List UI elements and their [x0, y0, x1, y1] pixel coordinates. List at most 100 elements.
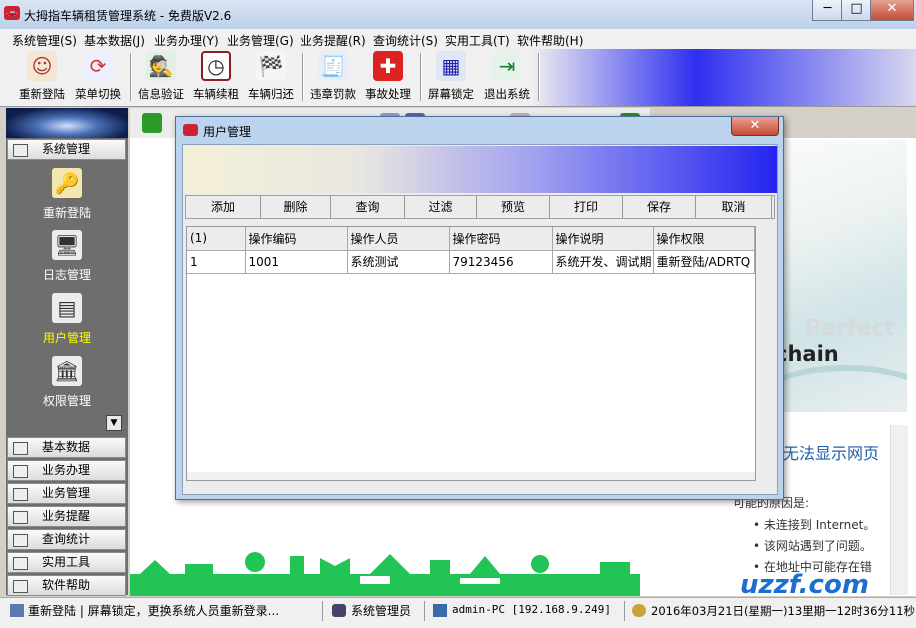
key-icon: 🔑 — [52, 168, 82, 198]
users-icon: ☺ — [27, 51, 57, 81]
add-button[interactable]: 添加 — [186, 196, 261, 218]
webpage-scrollbar[interactable] — [890, 425, 908, 595]
toolbar-fine-button[interactable]: 🧾 违章罚款 — [305, 51, 361, 103]
maximize-button[interactable]: □ — [841, 0, 872, 21]
toolbar-verify-button[interactable]: 🕵 信息验证 — [133, 51, 189, 103]
menu-help[interactable]: 软件帮助(H) — [517, 32, 583, 49]
column-header[interactable]: 操作密码 — [449, 227, 553, 251]
menu-business-manage[interactable]: 业务管理(G) — [227, 32, 294, 49]
column-header[interactable]: 操作权限 — [653, 227, 755, 251]
toolbar-return-button[interactable]: 🏁 车辆归还 — [243, 51, 299, 103]
monitor-icon — [10, 604, 24, 617]
reason-item: • 该网站遇到了问题。 — [753, 539, 872, 553]
menu-tools[interactable]: 实用工具(T) — [445, 32, 510, 49]
menu-business-remind[interactable]: 业务提醒(R) — [300, 32, 366, 49]
nav-header-system[interactable]: 系统管理 — [7, 139, 126, 160]
nav-header-query-stats[interactable]: 查询统计 — [7, 529, 126, 550]
table-row[interactable]: 1 1001 系统测试 79123456 系统开发、调试期 重新登陆/ADRTQ — [187, 250, 755, 274]
detective-icon: 🕵 — [146, 51, 176, 81]
city-decoration — [130, 546, 640, 596]
chevron-down-icon[interactable]: ▼ — [106, 415, 122, 431]
toolbar-lock-button[interactable]: ▦ 屏幕锁定 — [423, 51, 479, 103]
column-header[interactable]: 操作人员 — [347, 227, 450, 251]
column-header[interactable]: (1) — [187, 227, 246, 251]
table-cell[interactable]: 系统开发、调试期 — [552, 250, 654, 274]
user-table: (1) 操作编码 操作人员 操作密码 操作说明 操作权限 1 1001 系统测试… — [186, 226, 756, 481]
toolbar-accident-button[interactable]: ✚ 事故处理 — [360, 51, 416, 103]
cancel-button[interactable]: 取消 — [696, 196, 772, 218]
table-cell[interactable]: 系统测试 — [347, 250, 450, 274]
nav-item-user-manage[interactable]: ▤ 用户管理 — [6, 289, 128, 349]
first-aid-icon: ✚ — [373, 51, 403, 81]
list-icon — [13, 465, 28, 478]
nav-header-tools[interactable]: 实用工具 — [7, 552, 126, 573]
query-button[interactable]: 查询 — [331, 196, 405, 218]
close-button[interactable]: ✕ — [870, 0, 914, 21]
lock-screen-icon: ▦ — [436, 51, 466, 81]
dialog-toolbar: 添加 删除 查询 过滤 预览 打印 保存 取消 — [185, 195, 775, 219]
watermark-logo: uzzf.com — [740, 570, 869, 600]
nav-header-business-remind[interactable]: 业务提醒 — [7, 506, 126, 527]
status-bar: 重新登陆 | 屏幕锁定，更换系统人员重新登录... 系统管理员 admin-PC… — [0, 597, 916, 628]
table-cell[interactable]: 1001 — [245, 250, 348, 274]
racecar-icon: 🏁 — [256, 51, 286, 81]
user-manage-dialog: 用户管理 ✕ 添加 删除 查询 过滤 预览 打印 保存 取消 (1) 操作编码 … — [175, 116, 784, 500]
dialog-client-area: 添加 删除 查询 过滤 预览 打印 保存 取消 (1) 操作编码 操作人员 操作… — [182, 144, 778, 495]
window-title-bar: 🚗 大拇指车辆租赁管理系统 - 免费版V2.6 ─ □ ✕ — [0, 0, 916, 30]
list-icon — [13, 557, 28, 570]
column-header[interactable]: 操作说明 — [552, 227, 654, 251]
minimize-button[interactable]: ─ — [812, 0, 843, 21]
book-icon — [13, 144, 28, 157]
toolbar-menu-switch-button[interactable]: ⟳ 菜单切换 — [70, 51, 126, 103]
nav-item-permission-manage[interactable]: 🏛 权限管理 — [6, 352, 128, 412]
clock-icon: ◷ — [201, 51, 231, 81]
toolbar-exit-button[interactable]: ⇥ 退出系统 — [479, 51, 535, 103]
nav-header-business-manage[interactable]: 业务管理 — [7, 483, 126, 504]
left-banner — [6, 108, 128, 138]
computer-icon — [433, 604, 447, 617]
status-message: 重新登陆 | 屏幕锁定，更换系统人员重新登录... — [28, 604, 280, 618]
print-button[interactable]: 打印 — [550, 196, 623, 218]
nav-item-log-manage[interactable]: 🖥 日志管理 — [6, 226, 128, 286]
table-cell[interactable]: 79123456 — [449, 250, 553, 274]
table-header-row: (1) 操作编码 操作人员 操作密码 操作说明 操作权限 — [187, 227, 755, 251]
preview-button[interactable]: 预览 — [477, 196, 550, 218]
grid-scrollbar[interactable] — [187, 472, 755, 480]
main-toolbar: ☺ 重新登陆 ⟳ 菜单切换 🕵 信息验证 ◷ 车辆续租 🏁 车辆归还 🧾 违章罚… — [0, 49, 916, 107]
user-grid: (1) 操作编码 操作人员 操作密码 操作说明 操作权限 1 1001 系统测试… — [187, 227, 755, 274]
dialog-close-button[interactable]: ✕ — [731, 117, 779, 136]
menu-bar: 系统管理(S) 基本数据(J) 业务办理(Y) 业务管理(G) 业务提醒(R) … — [0, 29, 916, 49]
menu-basic-data[interactable]: 基本数据(J) — [84, 32, 145, 49]
table-icon — [13, 534, 28, 547]
menu-business-handle[interactable]: 业务办理(Y) — [154, 32, 219, 49]
save-button[interactable]: 保存 — [623, 196, 696, 218]
filter-button[interactable]: 过滤 — [405, 196, 477, 218]
add-icon[interactable] — [142, 113, 162, 133]
toolbar-relogin-button[interactable]: ☺ 重新登陆 — [14, 51, 70, 103]
nav-item-relogin[interactable]: 🔑 重新登陆 — [6, 164, 128, 224]
menu-system[interactable]: 系统管理(S) — [12, 32, 77, 49]
nav-header-help[interactable]: 软件帮助 — [7, 575, 126, 596]
menu-query-stats[interactable]: 查询统计(S) — [373, 32, 438, 49]
status-user: 系统管理员 — [351, 604, 412, 618]
users-icon — [332, 604, 346, 617]
document-icon: ▤ — [52, 293, 82, 323]
toolbar-renew-button[interactable]: ◷ 车辆续租 — [188, 51, 244, 103]
dialog-title: 用户管理 — [203, 125, 252, 139]
table-cell[interactable]: 重新登陆/ADRTQ — [653, 250, 755, 274]
delete-button[interactable]: 删除 — [261, 196, 331, 218]
status-datetime: 2016年03月21日(星期一)13里期一12时36分11秒 — [651, 604, 916, 618]
column-header[interactable]: 操作编码 — [245, 227, 348, 251]
window-title: 大拇指车辆租赁管理系统 - 免费版V2.6 — [24, 9, 232, 23]
table-cell[interactable]: 1 — [187, 250, 246, 274]
left-nav-panel: 系统管理 🔑 重新登陆 🖥 日志管理 ▤ 用户管理 🏛 权限管理 ▼ 基本数据 … — [6, 108, 128, 596]
skyline-graphic — [130, 552, 640, 596]
bank-icon: 🏛 — [52, 356, 82, 386]
monitor-icon: 🖥 — [52, 230, 82, 260]
nav-header-basic-data[interactable]: 基本数据 — [7, 437, 126, 458]
status-host: admin-PC [192.168.9.249] — [452, 603, 611, 616]
car-icon — [183, 124, 198, 136]
grid-icon — [13, 488, 28, 501]
nav-header-business-handle[interactable]: 业务办理 — [7, 460, 126, 481]
ticket-icon: 🧾 — [318, 51, 348, 81]
